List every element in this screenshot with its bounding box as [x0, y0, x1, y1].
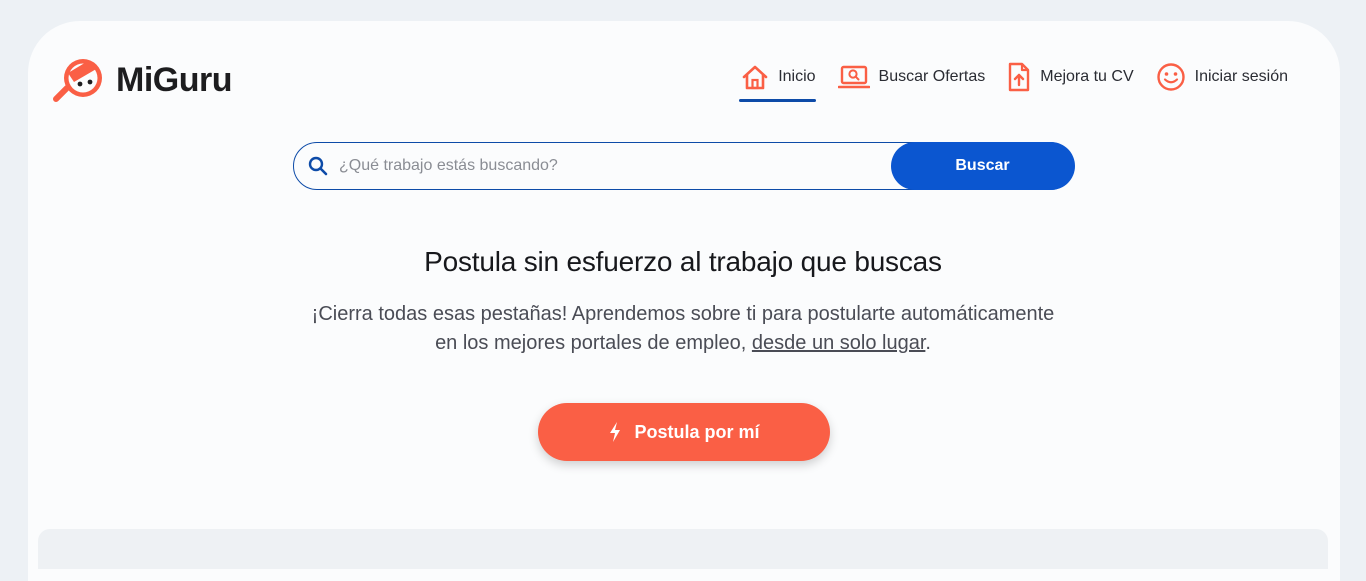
nav-label-inicio: Inicio — [778, 68, 816, 85]
search-icon — [308, 156, 328, 176]
main-nav: Inicio Buscar Ofertas Mejora tu CV Inici… — [719, 60, 1288, 102]
home-icon — [741, 64, 769, 90]
nav-item-mejora-cv[interactable]: Mejora tu CV — [1007, 60, 1134, 94]
brand-name: MiGuru — [116, 60, 232, 99]
brand-logo[interactable]: MiGuru — [50, 56, 232, 104]
smiley-icon — [1156, 62, 1186, 92]
desde-un-solo-lugar-link[interactable]: desde un solo lugar — [752, 332, 925, 354]
search-bar: Buscar — [293, 141, 1075, 190]
nav-label-iniciar-sesion: Iniciar sesión — [1194, 68, 1288, 85]
search-input[interactable] — [337, 156, 861, 176]
search-button[interactable]: Buscar — [890, 141, 1075, 190]
hero-subtitle: ¡Cierra todas esas pestañas! Aprendemos … — [0, 300, 1366, 358]
laptop-search-icon — [837, 64, 870, 90]
nav-item-buscar-ofertas[interactable]: Buscar Ofertas — [837, 60, 986, 94]
cta-label: Postula por mí — [634, 421, 760, 442]
magnifier-face-logo-icon — [50, 56, 108, 104]
subtitle-line-2-suffix: . — [925, 332, 931, 354]
nav-item-iniciar-sesion[interactable]: Iniciar sesión — [1156, 60, 1288, 94]
bottom-section-panel — [38, 529, 1328, 569]
subtitle-line-1: ¡Cierra todas esas pestañas! Aprendemos … — [311, 303, 1055, 325]
nav-label-buscar-ofertas: Buscar Ofertas — [878, 68, 986, 85]
lightning-bolt-icon — [608, 421, 622, 443]
postula-por-mi-button[interactable]: Postula por mí — [538, 403, 830, 461]
nav-label-mejora-cv: Mejora tu CV — [1040, 68, 1134, 85]
subtitle-line-2-prefix: en los mejores portales de empleo, — [435, 332, 752, 354]
file-upload-icon — [1007, 62, 1031, 92]
page-title: Postula sin esfuerzo al trabajo que busc… — [424, 246, 942, 277]
nav-item-inicio[interactable]: Inicio — [739, 60, 816, 102]
